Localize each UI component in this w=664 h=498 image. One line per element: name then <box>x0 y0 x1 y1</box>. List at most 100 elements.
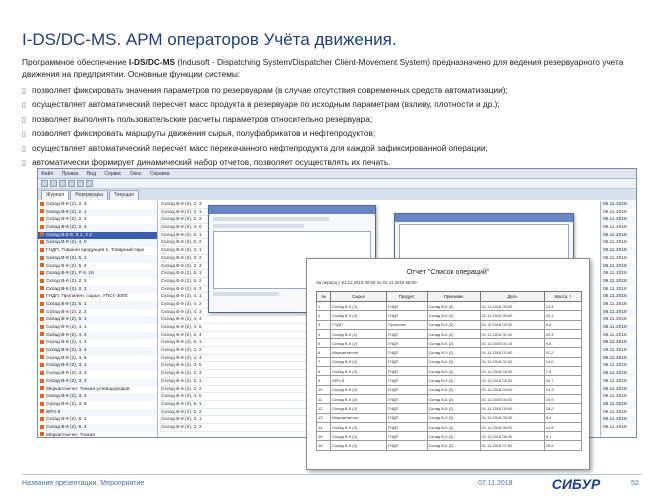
report-cell: 01.11.2018 05:30 <box>479 412 545 423</box>
tree-item[interactable]: Склад В-9 (2), 2, 3 <box>38 201 157 209</box>
tank-icon <box>40 355 44 360</box>
tree-item-label: Склад В-9 (2), Р 6, 16 <box>46 271 94 277</box>
date-cell: 06.11.2018 <box>601 308 636 317</box>
date-cell: 06.11.2018 <box>603 301 627 307</box>
tree-item[interactable]: Склад В-9 (2), 5, 1 <box>38 316 157 324</box>
toolbar-refresh-icon[interactable] <box>77 180 84 187</box>
dialog-field[interactable] <box>213 224 305 228</box>
tree-item-label: Меркаптанчет, Тонкая углеводородов <box>46 386 130 392</box>
menu-item-help[interactable]: Справка <box>150 171 170 177</box>
tree-item[interactable]: Склад В-6 (2), 2, 1 <box>38 285 157 294</box>
tab-journal[interactable]: Журнал <box>41 190 70 200</box>
dialog-field[interactable] <box>213 217 330 221</box>
toolbar-save-icon[interactable] <box>59 180 66 187</box>
report-cell: 01.11.2018 05:00 <box>479 403 545 414</box>
toolbar-filter-icon[interactable] <box>86 180 93 187</box>
bullet-icon: ▯ <box>22 145 26 153</box>
report-row: 2 Склад В-9 (2) ГНДП Склад В-6 (2) 01.11.201… <box>315 310 583 321</box>
report-row: 12 Склад В-9 (2) ГНДП Склад В-6 (2) 01.11.20… <box>315 403 583 414</box>
report-cell: 01.11.2018 02:30 <box>479 356 545 368</box>
report-cell: 2 <box>315 310 332 321</box>
report-cell: 01.11.2018 07:00 <box>479 440 545 451</box>
tree-item[interactable]: Склад В-9 Е, 5 1, 2 2 <box>38 231 157 240</box>
report-cell: Склад В-6 (2) <box>426 310 481 321</box>
menu-item-file[interactable]: Файл <box>41 171 53 177</box>
tree-item[interactable]: Склад В-9 (2), 4, 2 <box>38 331 157 340</box>
tank-icon <box>40 424 44 429</box>
menu-item-edit[interactable]: Правка <box>62 171 79 177</box>
report-cell: 01.11.2018 06:00 <box>479 421 545 433</box>
tree-item[interactable]: Склад В-9 (2), 2, 2 <box>38 309 157 317</box>
tab-current[interactable]: Текущая <box>108 190 139 200</box>
tree-item[interactable]: Склад В-6 (2), 2, 3 <box>38 278 157 286</box>
tree-item[interactable]: Склад В-9 (2), 5, 1 <box>38 300 157 309</box>
intro-paragraph: Программное обеспечение I-DS/DC-MS (Indu… <box>22 57 647 81</box>
tank-icon <box>40 255 44 260</box>
app-menubar: Файл Правка Вид Сервис Окно Справка <box>38 169 636 179</box>
date-cell: 06.11.2018 <box>601 293 636 301</box>
tree-item[interactable]: Меркаптанчет, Тонкая углеводородов <box>38 386 157 394</box>
report-cell: 6 <box>315 347 332 358</box>
report-cell: ГНДП <box>385 310 428 321</box>
report-cell: 5 <box>315 338 332 349</box>
tree-item[interactable]: Склад В-9 (2), 2, 4 <box>38 224 157 232</box>
report-cell: 6,4 <box>543 412 583 423</box>
tree-item-label: Склад В-9 Е, 5 1, 2 2 <box>46 232 92 238</box>
menu-item-service[interactable]: Сервис <box>104 171 121 177</box>
report-cell: ГНДП <box>385 393 428 405</box>
date-cell: 06.11.2018 <box>603 286 627 292</box>
dialog-field[interactable] <box>213 292 280 296</box>
report-cell: Склад В-6 (2) <box>426 338 481 349</box>
tree-item[interactable]: Склад В-9 (2), 4, 1 <box>38 324 157 332</box>
report-cell: Склад В-9 (2) <box>330 310 387 321</box>
tree-item[interactable]: Склад В-9 (2), 6, 1 <box>38 416 157 424</box>
tree-item[interactable]: Склад В-9 (2), 4, 4 <box>38 347 157 355</box>
tree-item[interactable]: Склад В-9 (2), 5, 1 <box>38 254 157 263</box>
tree-item-label: Склад В-9 (2), 2, 2 <box>46 217 87 223</box>
tree-item[interactable]: Склад В-9 (2), 4, 5 <box>38 355 157 363</box>
tank-icon <box>40 393 44 398</box>
menu-item-view[interactable]: Вид <box>87 171 96 177</box>
intro-product-name: I-DS/DC-MS <box>128 57 176 67</box>
tree-item[interactable]: Склад В-9 (2), 3, 4 <box>38 393 157 401</box>
report-cell: ГНДП <box>385 384 428 395</box>
report-cell: 01.11.2018 02:00 <box>479 347 545 358</box>
tank-icon <box>40 301 44 306</box>
sibur-logo-text: СИБУР <box>552 477 601 491</box>
tank-icon <box>40 416 44 421</box>
toolbar-print-icon[interactable] <box>68 180 75 187</box>
report-column-header: Сырье <box>330 291 387 302</box>
report-header-row: № Сырье Продукт Приемник Дата Масса, т <box>315 291 583 302</box>
tree-item[interactable]: Меркаптанчет, Тонкая <box>38 432 157 438</box>
tree-item-label: Склад В-9 (2), 5, 1 <box>46 317 87 323</box>
tree-item[interactable]: Склад В-9 (2), 3, 5 <box>38 401 157 409</box>
report-cell: 16,7 <box>543 375 583 386</box>
function-item: ▯ позволяет выполнять пользовательские ра… <box>22 113 652 127</box>
tank-icon <box>40 286 44 291</box>
tree-item[interactable]: ГНДП, Тованая продукция 1, Товарный парк <box>38 247 157 255</box>
report-column-header: Приемник <box>426 291 481 302</box>
tree-item[interactable]: Склад В-9 (2), 2, 1 <box>38 208 157 217</box>
function-list: ▯ позволяет фиксировать значения параметр… <box>22 84 652 170</box>
tree-item[interactable]: Склад В-9 (2), 3, 1 <box>38 362 157 371</box>
tree-item[interactable]: Склад В-9 (2), 5, 2 <box>38 263 157 271</box>
tab-tanks[interactable]: Резервуары <box>70 190 108 200</box>
tree-item[interactable]: ГНДП, Пропилен, сырье, УПСГ-3000 <box>38 293 157 301</box>
date-cell: 06.11.2018 <box>601 324 636 332</box>
tree-item-label: Склад В-9 (2), 4, 4 <box>46 348 87 354</box>
tree-item[interactable]: Склад В-9 (2), Р 6, 16 <box>38 270 157 278</box>
tree-item[interactable]: Склад В-9 (2), 3, 2 <box>38 370 157 378</box>
date-cell: 06.11.2018 <box>601 370 636 378</box>
tree-item[interactable]: Склад В-9 (2), 6, 2 <box>38 423 157 432</box>
toolbar-new-icon[interactable] <box>41 180 48 187</box>
date-cell: 06.11.2018 <box>603 209 627 215</box>
menu-item-window[interactable]: Окно <box>130 171 142 177</box>
tree-item[interactable]: Склад В-9 (2), 4, 3 <box>38 339 157 347</box>
function-text: автоматически формирует динамический наб… <box>32 157 391 168</box>
tree-item-label: Меркаптанчет, Тонкая <box>46 432 95 438</box>
tree-item[interactable]: Склад В-9 (2), 3, 3 <box>38 377 157 386</box>
tree-item[interactable]: Склад В-9 (2), 2, 2 <box>38 216 157 224</box>
tree-item[interactable]: БРО-8 <box>38 408 157 417</box>
toolbar-open-icon[interactable] <box>50 180 57 187</box>
tree-item[interactable]: Склад В-9 (2), 4, 0 <box>38 239 157 248</box>
